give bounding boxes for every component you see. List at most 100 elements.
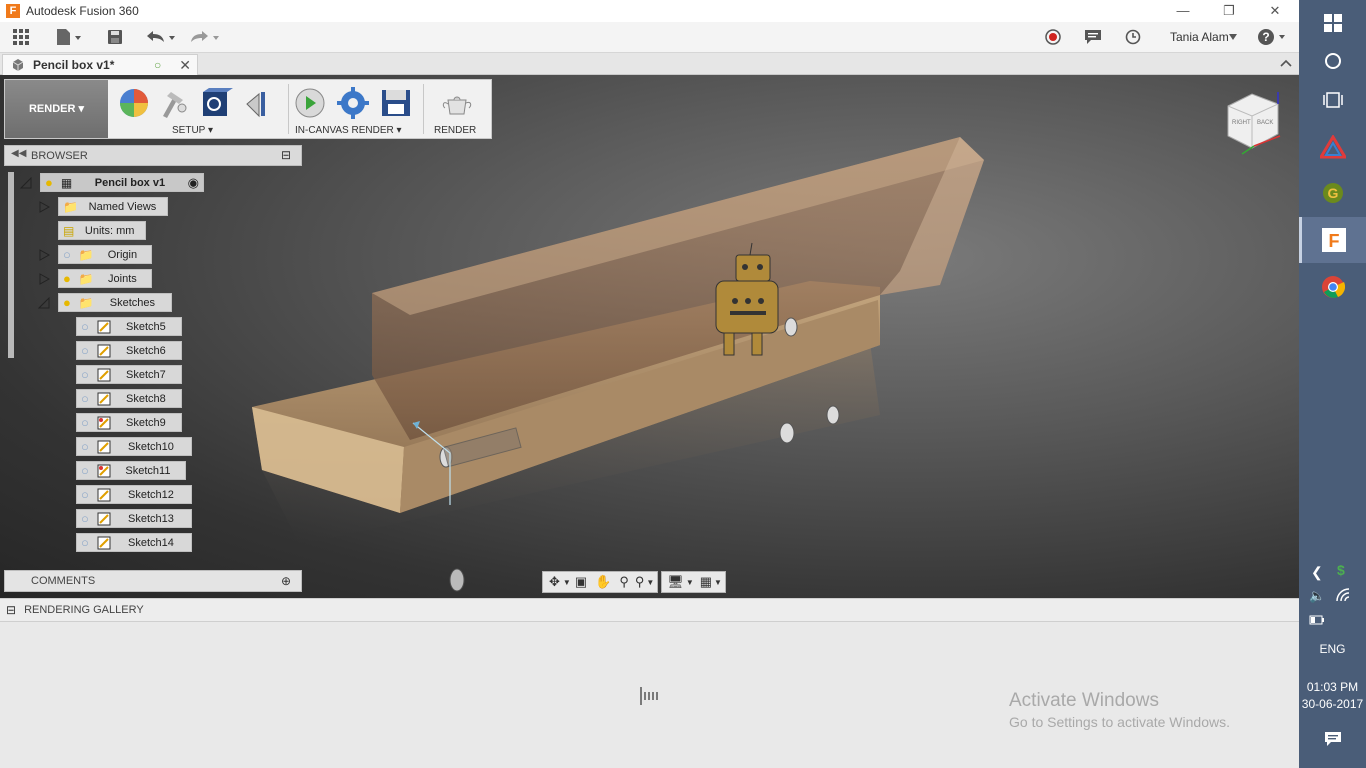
visibility-bulb-icon[interactable]: ● [63, 295, 71, 310]
browser-sketch-item[interactable]: ○ Sketch5 [76, 317, 182, 336]
browser-node-named-views[interactable]: 📁 Named Views [58, 197, 168, 216]
browser-sketch-item[interactable]: ○ Sketch9 [76, 413, 182, 432]
visibility-bulb-icon[interactable]: ○ [81, 367, 89, 382]
look-at-icon[interactable]: ▣ [575, 574, 587, 590]
texture-map-icon[interactable] [199, 86, 233, 120]
fusion-360-taskbar-icon[interactable]: F [1299, 217, 1366, 263]
visibility-bulb-icon[interactable]: ○ [81, 319, 89, 334]
visibility-bulb-icon[interactable]: ○ [81, 343, 89, 358]
expand-triangle-icon[interactable] [38, 249, 50, 261]
decal-icon[interactable] [241, 86, 275, 120]
capture-image-icon[interactable] [379, 86, 413, 120]
clock-date[interactable]: 30-06-2017 [1299, 697, 1366, 711]
chevron-down-icon[interactable] [1226, 26, 1240, 48]
browser-sketch-item[interactable]: ○ Sketch6 [76, 341, 182, 360]
activate-radio-icon[interactable]: ◉ [188, 175, 199, 191]
volume-icon[interactable]: 🔈 [1309, 588, 1325, 604]
expand-triangle-icon[interactable] [38, 201, 50, 213]
collapse-triangle-icon[interactable] [38, 297, 50, 309]
browser-sketch-item[interactable]: ○ Sketch11 [76, 461, 186, 480]
visibility-bulb-icon[interactable]: ○ [81, 511, 89, 526]
visibility-bulb-icon[interactable]: ○ [81, 487, 89, 502]
chrome-app-icon[interactable] [1299, 264, 1366, 310]
browser-header[interactable]: ◀◀ BROWSER ⊟ [4, 145, 302, 166]
restore-button[interactable]: ❐ [1206, 0, 1252, 22]
chevron-down-icon[interactable]: ▼ [563, 578, 571, 587]
browser-node-joints[interactable]: ● 📁 Joints [58, 269, 152, 288]
record-icon[interactable] [1042, 26, 1064, 48]
browser-sketch-item[interactable]: ○ Sketch7 [76, 365, 182, 384]
browser-sketch-item[interactable]: ○ Sketch8 [76, 389, 182, 408]
collapse-up-icon[interactable] [1280, 57, 1292, 72]
browser-node-origin[interactable]: ○ 📁 Origin [58, 245, 152, 264]
chevron-down-icon[interactable]: ▼ [714, 578, 722, 587]
undo-icon[interactable] [144, 26, 178, 48]
tray-app-icon[interactable]: $ [1337, 562, 1345, 578]
in-canvas-render-icon[interactable] [293, 86, 327, 120]
browser-node-sketches[interactable]: ● 📁 Sketches [58, 293, 172, 312]
browser-sketch-item[interactable]: ○ Sketch10 [76, 437, 192, 456]
view-cube[interactable]: RIGHT BACK [1224, 90, 1286, 160]
orbit-icon[interactable]: ✥ [549, 574, 560, 590]
tinkercad-app-icon[interactable] [1299, 124, 1366, 170]
browser-sketch-item[interactable]: ○ Sketch14 [76, 533, 192, 552]
save-icon[interactable] [104, 26, 126, 48]
clock-time[interactable]: 01:03 PM [1299, 680, 1366, 694]
collapse-left-icon[interactable]: ◀◀ [11, 148, 26, 159]
chevron-down-icon[interactable]: ▼ [686, 578, 694, 587]
redo-icon[interactable] [188, 26, 222, 48]
data-panel-grid-icon[interactable] [10, 26, 32, 48]
render-teapot-icon[interactable] [440, 86, 474, 120]
expand-triangle-icon[interactable] [38, 273, 50, 285]
browser-scrollbar[interactable] [8, 172, 14, 358]
browser-root-node[interactable]: ● ▦ Pencil box v1 ◉ [40, 173, 204, 192]
rendering-gallery-header[interactable]: ⊟ RENDERING GALLERY [0, 598, 1299, 622]
close-window-button[interactable]: ✕ [1252, 0, 1298, 22]
comments-icon[interactable] [1082, 26, 1104, 48]
workspace-switcher[interactable]: RENDER ▾ [5, 80, 108, 138]
add-comment-icon[interactable]: ⊕ [281, 574, 291, 588]
minimize-panel-icon[interactable]: ⊟ [281, 148, 291, 162]
close-tab-icon[interactable]: ✕ [179, 57, 191, 74]
collapse-gallery-icon[interactable]: ⊟ [6, 603, 16, 617]
task-view-icon[interactable] [1299, 77, 1366, 123]
visibility-bulb-icon[interactable]: ● [63, 271, 71, 286]
collapse-triangle-icon[interactable] [20, 177, 32, 189]
battery-icon[interactable] [1309, 614, 1325, 628]
action-center-icon[interactable] [1299, 716, 1366, 762]
document-tab[interactable]: Pencil box v1* ○ ✕ [2, 54, 198, 75]
visibility-bulb-icon[interactable]: ○ [63, 247, 71, 262]
setup-group-label[interactable]: SETUP ▾ [172, 125, 213, 136]
scene-settings-icon[interactable] [157, 86, 191, 120]
zoom-icon[interactable]: ⚲ [619, 574, 629, 590]
pan-hand-icon[interactable]: ✋ [595, 574, 611, 590]
visibility-bulb-icon[interactable]: ○ [81, 535, 89, 550]
browser-sketch-item[interactable]: ○ Sketch12 [76, 485, 192, 504]
chevron-down-icon[interactable]: ▼ [646, 578, 654, 587]
show-hidden-icons-chevron-icon[interactable]: ❮ [1311, 564, 1323, 581]
job-status-clock-icon[interactable] [1122, 26, 1144, 48]
appearance-icon[interactable] [117, 86, 151, 120]
render-settings-gear-icon[interactable] [336, 86, 370, 120]
help-icon[interactable]: ? [1256, 26, 1290, 48]
input-language[interactable]: ENG [1299, 642, 1366, 656]
visibility-bulb-icon[interactable]: ○ [81, 439, 89, 454]
green-g-app-icon[interactable]: G [1299, 170, 1366, 216]
minimize-button[interactable]: — [1160, 0, 1206, 22]
fit-zoom-icon[interactable]: ⚲ [635, 574, 645, 590]
gallery-resize-handle-icon[interactable] [639, 686, 659, 709]
display-settings-icon[interactable]: 🖥 [667, 574, 684, 590]
browser-node-units[interactable]: ▤ Units: mm [58, 221, 146, 240]
file-menu-icon[interactable] [54, 26, 84, 48]
user-account-name[interactable]: Tania Alam [1170, 30, 1229, 44]
visibility-bulb-icon[interactable]: ○ [81, 415, 89, 430]
visibility-bulb-icon[interactable]: ○ [81, 463, 89, 478]
render-group-label[interactable]: RENDER [434, 125, 476, 136]
in-canvas-render-group-label[interactable]: IN-CANVAS RENDER ▾ [295, 125, 402, 136]
wifi-icon[interactable] [1335, 588, 1351, 605]
visibility-bulb-icon[interactable]: ○ [81, 391, 89, 406]
comments-panel-header[interactable]: COMMENTS ⊕ [4, 570, 302, 592]
grid-icon[interactable]: ▦ [700, 574, 712, 590]
browser-sketch-item[interactable]: ○ Sketch13 [76, 509, 192, 528]
visibility-bulb-icon[interactable]: ● [45, 175, 53, 190]
